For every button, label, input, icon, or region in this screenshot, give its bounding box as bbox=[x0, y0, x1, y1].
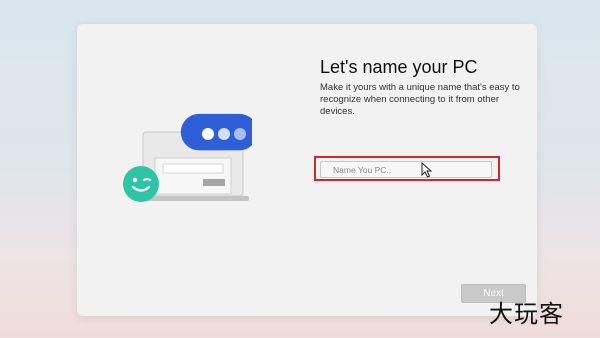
pc-name-input[interactable] bbox=[320, 161, 492, 178]
chat-bubble-icon bbox=[180, 113, 252, 151]
page-title: Let's name your PC bbox=[320, 57, 478, 77]
setup-dialog: Let's name your PC Make it yours with a … bbox=[77, 24, 537, 316]
winking-face-icon bbox=[123, 166, 159, 202]
watermark-logo: 大玩客 bbox=[489, 300, 564, 328]
mouse-pointer-icon bbox=[421, 162, 433, 178]
page-description: Make it yours with a unique name that's … bbox=[320, 82, 520, 117]
